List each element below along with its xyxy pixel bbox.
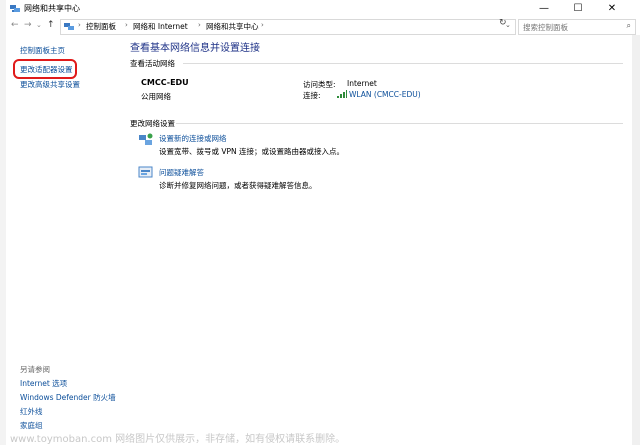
see-also-internet-options[interactable]: Internet 选项 bbox=[20, 378, 67, 389]
setup-new-connection-description: 设置宽带、拨号或 VPN 连接；或设置路由器或接入点。 bbox=[159, 147, 345, 156]
network-type: 公用网络 bbox=[141, 92, 171, 101]
page-title: 查看基本网络信息并设置连接 bbox=[130, 43, 260, 54]
breadcrumb-separator: › bbox=[125, 21, 128, 29]
see-also-label: 另请参阅 bbox=[20, 365, 50, 374]
right-edge-scrollbar[interactable] bbox=[632, 35, 640, 445]
search-placeholder: 搜索控制面板 bbox=[523, 23, 568, 32]
troubleshoot-problems-description: 诊断并修复网络问题，或者获得疑难解答信息。 bbox=[159, 181, 317, 190]
watermark-text: www.toymoban.com 网络图片仅供展示，非存储，如有侵权请联系删除。 bbox=[10, 434, 346, 445]
close-button[interactable]: ✕ bbox=[596, 0, 628, 17]
troubleshoot-problems-link[interactable]: 问题疑难解答 bbox=[159, 167, 204, 178]
section-divider bbox=[183, 63, 623, 64]
new-connection-icon bbox=[139, 133, 153, 145]
see-also-windows-defender-firewall[interactable]: Windows Defender 防火墙 bbox=[20, 392, 116, 403]
breadcrumb-network-internet[interactable]: 网络和 Internet bbox=[133, 21, 188, 32]
breadcrumb-network-sharing-center[interactable]: 网络和共享中心 bbox=[206, 21, 259, 32]
address-toolbar: ← → ⌄ ↑ › 控制面板 › 网络和 Internet › 网络和共享中心 … bbox=[6, 18, 640, 35]
wlan-connection-link[interactable]: WLAN (CMCC-EDU) bbox=[349, 90, 421, 99]
back-arrow-icon[interactable]: ← bbox=[11, 20, 19, 30]
troubleshoot-icon bbox=[138, 166, 153, 178]
search-icon[interactable]: ⌕ bbox=[627, 21, 631, 31]
access-type-value: Internet bbox=[347, 79, 377, 88]
connection-label: 连接: bbox=[303, 91, 321, 100]
wifi-signal-icon bbox=[337, 90, 347, 98]
minimize-button[interactable]: — bbox=[528, 0, 560, 17]
see-also-infrared[interactable]: 红外线 bbox=[20, 406, 43, 417]
control-panel-icon bbox=[64, 23, 74, 30]
window-title: 网络和共享中心 bbox=[24, 4, 80, 13]
setup-new-connection-link[interactable]: 设置新的连接或网络 bbox=[159, 133, 227, 144]
breadcrumb-separator: › bbox=[261, 21, 264, 29]
network-center-icon bbox=[10, 5, 20, 12]
up-arrow-icon[interactable]: ↑ bbox=[47, 20, 55, 30]
network-sharing-center-window: 网络和共享中心 — ☐ ✕ ← → ⌄ ↑ › 控制面板 › 网络和 Inter… bbox=[0, 0, 640, 445]
breadcrumb-separator: › bbox=[78, 21, 81, 29]
breadcrumb-separator: › bbox=[198, 21, 201, 29]
refresh-icon[interactable]: ↻ bbox=[499, 18, 507, 28]
active-networks-heading: 查看活动网络 bbox=[130, 59, 175, 68]
change-settings-heading: 更改网络设置 bbox=[130, 119, 175, 128]
search-input[interactable]: 搜索控制面板 ⌕ bbox=[518, 19, 636, 35]
maximize-button[interactable]: ☐ bbox=[562, 0, 594, 17]
address-field[interactable]: › 控制面板 › 网络和 Internet › 网络和共享中心 › ⌄ bbox=[60, 19, 516, 35]
highlight-annotation bbox=[13, 59, 77, 79]
breadcrumb-control-panel[interactable]: 控制面板 bbox=[86, 21, 116, 32]
recent-locations-icon[interactable]: ⌄ bbox=[36, 21, 42, 29]
network-name: CMCC-EDU bbox=[141, 78, 189, 87]
sidebar-item-advanced-sharing-settings[interactable]: 更改高级共享设置 bbox=[20, 79, 80, 90]
forward-arrow-icon[interactable]: → bbox=[24, 20, 32, 30]
title-bar[interactable]: 网络和共享中心 — ☐ ✕ bbox=[6, 0, 640, 17]
sidebar-item-control-panel-home[interactable]: 控制面板主页 bbox=[20, 45, 65, 56]
window-left-edge bbox=[0, 0, 6, 445]
section-divider bbox=[176, 123, 623, 124]
access-type-label: 访问类型: bbox=[303, 80, 336, 89]
